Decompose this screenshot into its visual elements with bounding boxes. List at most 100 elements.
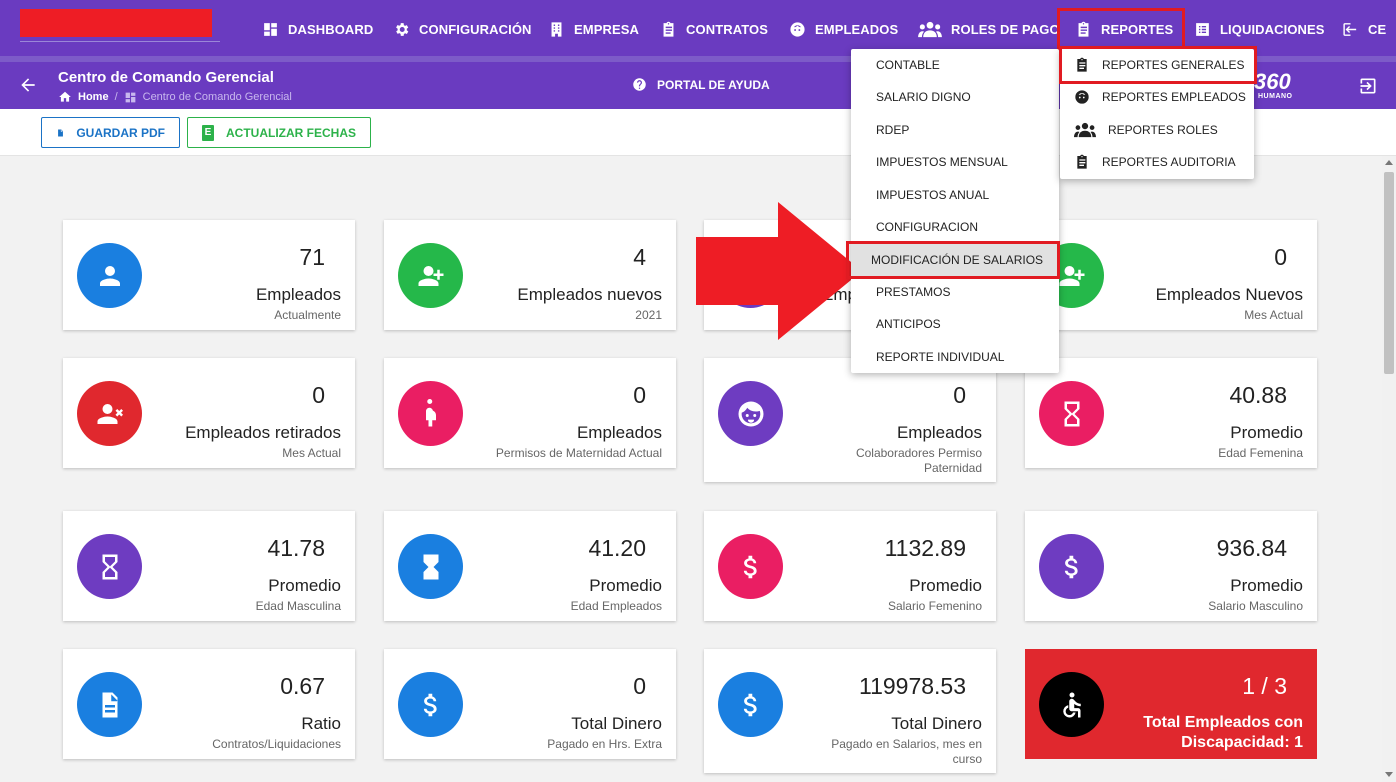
child-face-icon xyxy=(738,401,763,426)
face-icon xyxy=(1075,90,1089,104)
help-icon xyxy=(633,78,646,91)
stat-sublabel: 2021 xyxy=(635,308,662,322)
stat-label: Empleados Nuevos xyxy=(1155,285,1303,304)
stat-sublabel: Edad Femenina xyxy=(1218,446,1303,460)
menu-item-rdep[interactable]: RDEP xyxy=(851,114,1059,146)
stat-label: Empleados xyxy=(255,285,341,304)
menu-item-impuestos-mensual[interactable]: IMPUESTOS MENSUAL xyxy=(851,146,1059,178)
menu-item-contable[interactable]: CONTABLE xyxy=(851,49,1059,81)
menu-item-impuestos-anual[interactable]: IMPUESTOS ANUAL xyxy=(851,179,1059,211)
annotation-arrow xyxy=(696,202,862,340)
stat-card-male-age: 41.78 Promedio Edad Masculina xyxy=(63,511,355,621)
dollar-icon xyxy=(1064,555,1078,578)
nav-configuracion[interactable]: CONFIGURACIÓN xyxy=(392,0,532,58)
stat-sublabel: Permisos de Maternidad Actual xyxy=(495,446,662,460)
breadcrumb-home[interactable]: Home xyxy=(78,91,109,103)
dollar-icon xyxy=(423,693,437,716)
nav-contratos[interactable]: CONTRATOS xyxy=(659,0,768,58)
nav-label: CONFIGURACIÓN xyxy=(419,21,532,37)
nav-label: CE xyxy=(1368,21,1387,37)
stat-label: Empleados retirados xyxy=(185,423,341,442)
excel-icon: E xyxy=(202,124,214,141)
scroll-up-icon[interactable] xyxy=(1385,160,1393,165)
brand-logo: 360 xyxy=(1254,69,1291,94)
stat-label: Empleados nuevos xyxy=(517,285,662,304)
stat-sublabel: Colaboradores Permiso Paternidad xyxy=(855,446,982,475)
stat-value: 1 / 3 xyxy=(1242,673,1287,699)
help-portal-link[interactable]: PORTAL DE AYUDA xyxy=(632,77,770,92)
card-icon-circle xyxy=(77,243,142,308)
menu-item-reportes-empleados[interactable]: REPORTES EMPLEADOS xyxy=(1060,81,1254,113)
breadcrumb-current: Centro de Comando Gerencial xyxy=(142,91,292,103)
stat-sublabel: Pagado en Salarios, mes en curso xyxy=(831,737,982,766)
home-icon[interactable] xyxy=(58,90,72,104)
menu-item-reporte-individual[interactable]: REPORTE INDIVIDUAL xyxy=(851,341,1059,373)
back-arrow-icon[interactable] xyxy=(18,75,38,95)
stat-value: 0 xyxy=(312,382,325,408)
pdf-icon xyxy=(58,129,63,136)
person-icon xyxy=(99,265,120,286)
dollar-icon xyxy=(743,693,757,716)
stat-value: 0 xyxy=(1274,244,1287,270)
menu-item-reportes-auditoria[interactable]: REPORTES AUDITORIA xyxy=(1060,146,1254,178)
save-pdf-button[interactable]: GUARDAR PDF xyxy=(41,117,180,148)
stat-card-salary-total: 119978.53 Total Dinero Pagado en Salario… xyxy=(704,649,996,773)
stat-value: 40.88 xyxy=(1229,382,1287,408)
card-icon-circle xyxy=(718,381,783,446)
stat-label: Total Dinero xyxy=(571,714,662,733)
stat-value: 0 xyxy=(633,673,646,699)
help-label: PORTAL DE AYUDA xyxy=(657,77,770,92)
menu-item-label: REPORTES AUDITORIA xyxy=(1102,155,1236,169)
menu-item-configuracion[interactable]: CONFIGURACION xyxy=(851,211,1059,243)
stat-card-employees: 71 Empleados Actualmente xyxy=(63,220,355,330)
menu-item-prestamos[interactable]: PRESTAMOS xyxy=(851,276,1059,308)
menu-item-salario-digno[interactable]: SALARIO DIGNO xyxy=(851,81,1059,113)
stat-label: Total Empleados con Discapacidad: 1 xyxy=(1143,714,1303,751)
highlight-box-reportes-generales xyxy=(1059,46,1257,84)
nav-label: DASHBOARD xyxy=(288,21,374,37)
scroll-down-icon[interactable] xyxy=(1385,772,1393,777)
nav-empresa[interactable]: EMPRESA xyxy=(547,0,639,58)
page-title: Centro de Comando Gerencial xyxy=(58,69,274,86)
clipboard-icon xyxy=(1077,154,1087,169)
hourglass-full-icon xyxy=(423,554,438,579)
update-dates-button[interactable]: E ACTUALIZAR FECHAS xyxy=(187,117,371,148)
card-icon-circle xyxy=(77,672,142,737)
stat-card-ratio: 0.67 Ratio Contratos/Liquidaciones xyxy=(63,649,355,759)
clipboard-icon xyxy=(659,20,677,38)
stat-label: Promedio xyxy=(268,576,341,595)
nav-cerrar[interactable]: CE xyxy=(1341,0,1386,58)
company-logo-redacted[interactable] xyxy=(20,9,212,37)
dashboard-icon xyxy=(261,20,279,38)
menu-item-reportes-roles[interactable]: REPORTES ROLES xyxy=(1060,114,1254,146)
stat-sublabel: Salario Masculino xyxy=(1208,599,1303,613)
stat-sublabel: Edad Masculina xyxy=(255,599,341,613)
nav-label: EMPLEADOS xyxy=(815,21,899,37)
brand-subtitle: HUMANO xyxy=(1258,93,1293,100)
hourglass-icon xyxy=(102,554,117,579)
stat-card-female-salary: 1132.89 Promedio Salario Femenino xyxy=(704,511,996,621)
stat-sublabel: Mes Actual xyxy=(1244,308,1303,322)
card-icon-circle xyxy=(398,381,463,446)
nav-dashboard[interactable]: DASHBOARD xyxy=(261,0,373,58)
logo-underline xyxy=(20,41,220,42)
pregnant-icon xyxy=(425,398,436,426)
stat-label: Promedio xyxy=(909,576,982,595)
menu-item-anticipos[interactable]: ANTICIPOS xyxy=(851,308,1059,340)
stat-value: 119978.53 xyxy=(858,673,966,699)
stat-card-female-age: 40.88 Promedio Edad Femenina xyxy=(1025,358,1317,468)
dropdown-contratos-menu: CONTABLE SALARIO DIGNO RDEP IMPUESTOS ME… xyxy=(851,49,1059,373)
stat-card-paternity: 0 Empleados Colaboradores Permiso Patern… xyxy=(704,358,996,482)
stat-value: 41.78 xyxy=(267,535,325,561)
scrollbar-thumb[interactable] xyxy=(1384,172,1394,374)
card-icon-circle xyxy=(77,381,142,446)
card-icon-circle xyxy=(77,534,142,599)
stat-sublabel: Contratos/Liquidaciones xyxy=(212,737,341,751)
nav-label: EMPRESA xyxy=(574,21,639,37)
face-icon xyxy=(788,20,806,38)
logout-icon[interactable] xyxy=(1358,76,1378,96)
dollar-icon xyxy=(743,555,757,578)
stat-value: 0 xyxy=(633,382,646,408)
document-icon xyxy=(102,692,118,717)
card-icon-circle xyxy=(718,672,783,737)
